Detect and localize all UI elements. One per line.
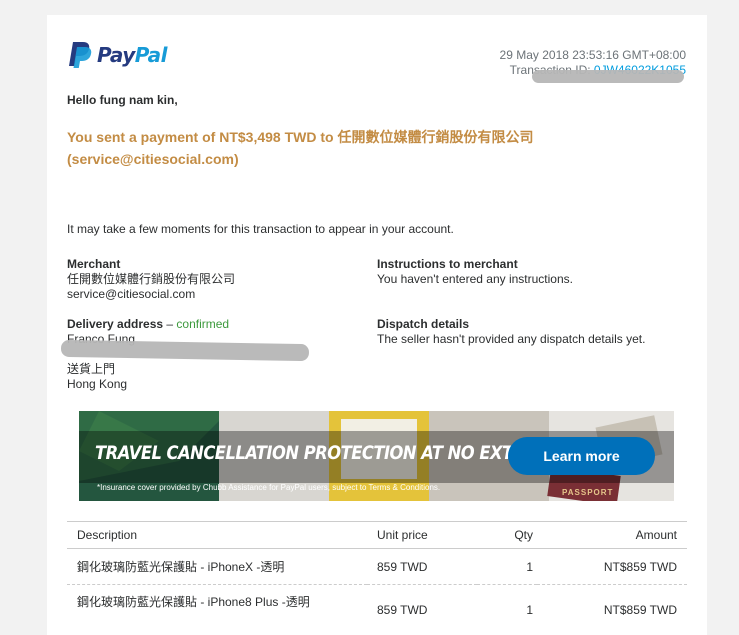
- item-amount: NT$859 TWD: [537, 548, 687, 585]
- wordmark-pal: Pal: [134, 43, 168, 67]
- redaction-mark-transaction: [532, 70, 684, 83]
- items-table: Description Unit price Qty Amount 鋼化玻璃防藍…: [67, 521, 687, 621]
- transaction-date: 29 May 2018 23:53:16 GMT+08:00: [499, 48, 686, 62]
- merchant-label: Merchant: [67, 257, 121, 271]
- delivery-separator: –: [163, 317, 177, 331]
- item-amount: NT$859 TWD: [603, 603, 677, 617]
- col-amount: Amount: [537, 521, 687, 549]
- paypal-logo-icon: [69, 42, 92, 68]
- item-qty: 1: [526, 603, 533, 617]
- paypal-logo: PayPal: [67, 41, 168, 69]
- delivery-label-line: Delivery address – confirmed: [67, 317, 229, 332]
- travel-insurance-banner[interactable]: TRAVEL CANCELLATION PROTECTION AT NO EXT…: [79, 411, 674, 501]
- dispatch-text: The seller hasn't provided any dispatch …: [377, 332, 646, 346]
- table-row: 鋼化玻璃防藍光保護貼 - iPhone8 Plus -透明 859 TWD 1 …: [67, 585, 687, 621]
- table-row: 鋼化玻璃防藍光保護貼 - iPhoneX -透明 859 TWD 1 NT$85…: [67, 548, 687, 585]
- item-unit-price: 859 TWD: [377, 603, 428, 617]
- item-qty: 1: [477, 548, 537, 585]
- headline-line2: (service@citiesocial.com): [67, 151, 239, 167]
- col-unit-price: Unit price: [367, 521, 477, 549]
- passport-label: PASSPORT: [562, 488, 614, 497]
- dispatch-label: Dispatch details: [377, 317, 470, 331]
- delivery-status: confirmed: [176, 317, 230, 331]
- table-header-row: Description Unit price Qty Amount: [67, 521, 687, 549]
- item-description: 鋼化玻璃防藍光保護貼 - iPhoneX -透明: [67, 548, 367, 585]
- item-description: 鋼化玻璃防藍光保護貼 - iPhone8 Plus -透明: [77, 595, 310, 609]
- col-qty: Qty: [477, 521, 537, 549]
- learn-more-button[interactable]: Learn more: [508, 437, 655, 475]
- paypal-wordmark: PayPal: [97, 43, 168, 67]
- instructions-label: Instructions to merchant: [377, 257, 518, 271]
- banner-fine-print: *Insurance cover provided by Chubb Assis…: [97, 483, 441, 492]
- headline-line1: You sent a payment of NT$3,498 TWD to 任開…: [67, 129, 534, 145]
- instructions-text: You haven't entered any instructions.: [377, 272, 573, 286]
- item-unit-price: 859 TWD: [367, 548, 477, 585]
- payment-headline: You sent a payment of NT$3,498 TWD to 任開…: [67, 126, 627, 170]
- wordmark-pay: Pay: [97, 43, 135, 67]
- delivery-label: Delivery address: [67, 317, 164, 331]
- greeting: Hello fung nam kin,: [67, 93, 178, 107]
- merchant-name: 任開數位媒體行銷股份有限公司: [67, 272, 236, 286]
- instructions-section: Instructions to merchant You haven't ent…: [377, 257, 573, 287]
- dispatch-section: Dispatch details The seller hasn't provi…: [377, 317, 645, 347]
- email-card: PayPal 29 May 2018 23:53:16 GMT+08:00 Tr…: [47, 15, 707, 635]
- transaction-note: It may take a few moments for this trans…: [67, 222, 454, 236]
- delivery-country: Hong Kong: [67, 377, 128, 391]
- merchant-email: service@citiesocial.com: [67, 287, 196, 301]
- delivery-line3: 送貨上門: [67, 362, 116, 376]
- col-description: Description: [67, 521, 367, 549]
- merchant-section: Merchant 任開數位媒體行銷股份有限公司 service@citiesoc…: [67, 257, 235, 302]
